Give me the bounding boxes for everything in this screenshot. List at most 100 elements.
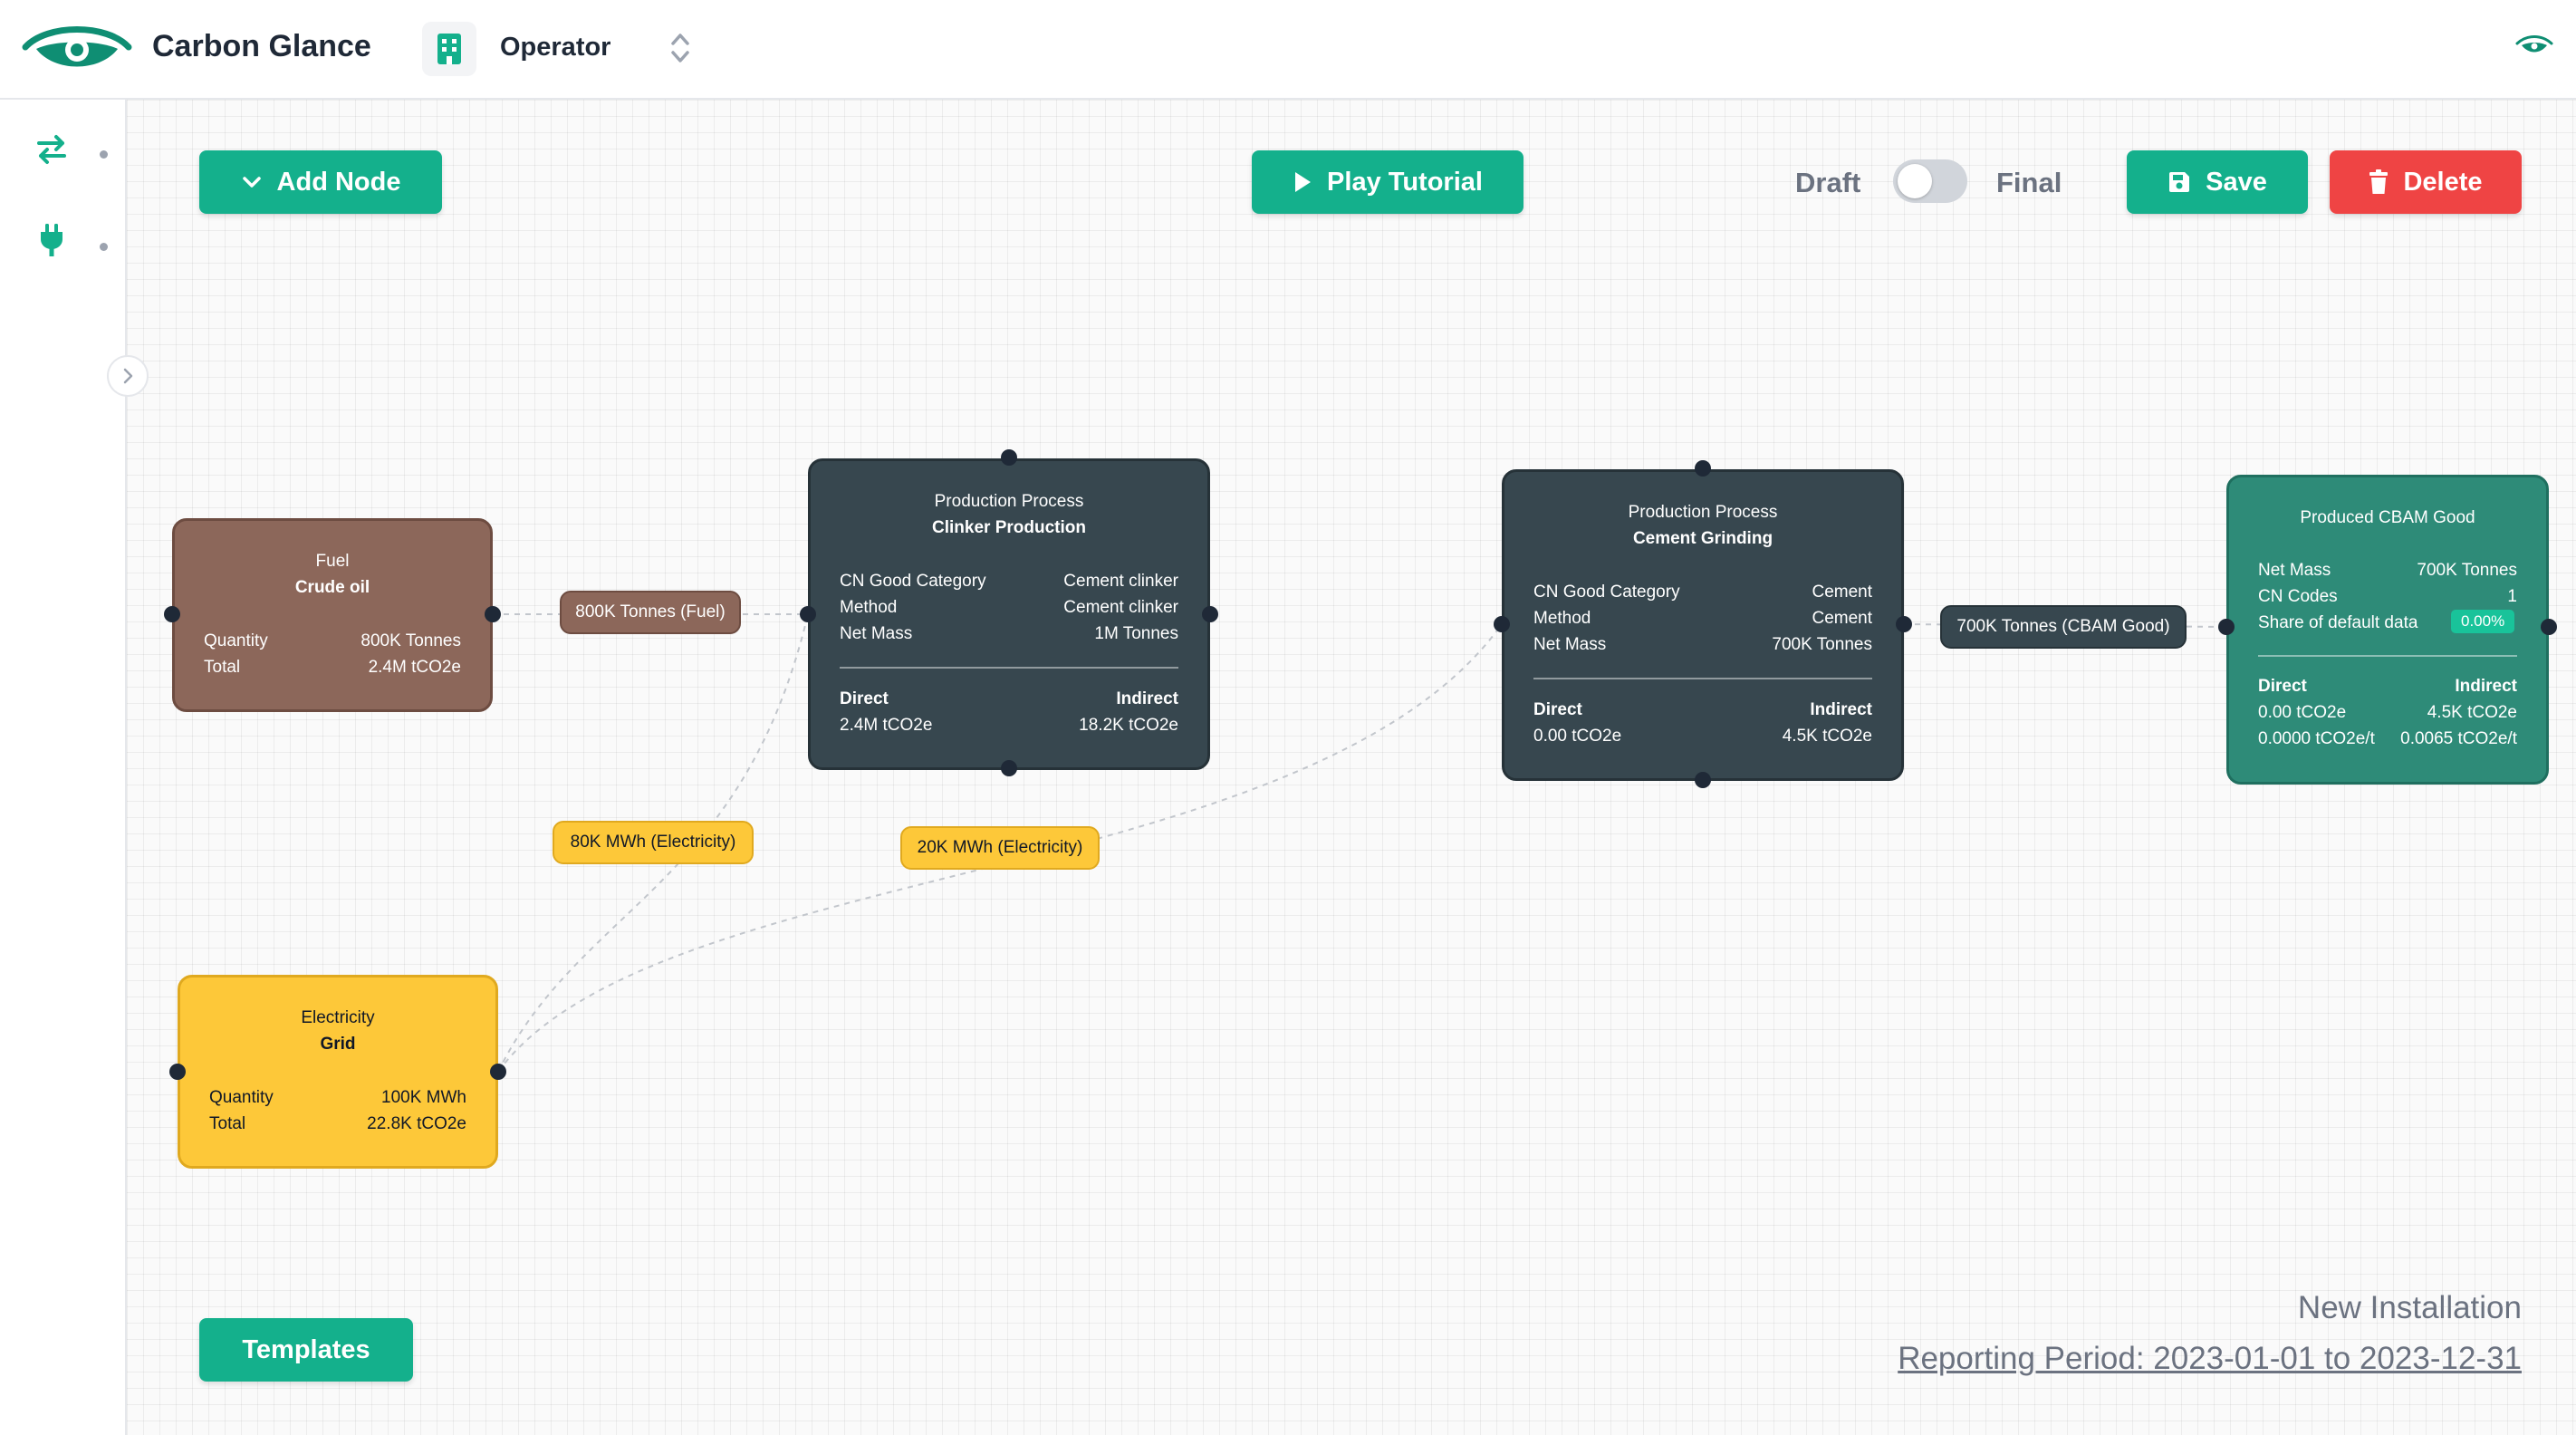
cn-codes-value: 1 xyxy=(2507,587,2517,606)
node-type: Produced CBAM Good xyxy=(2300,508,2475,527)
node-row: Method Cement xyxy=(1533,609,1872,629)
indirect-value: 4.5K tCO2e xyxy=(2427,703,2517,722)
trash-icon xyxy=(2369,169,2389,194)
net-mass-value: 700K Tonnes xyxy=(2417,561,2517,580)
flow-canvas[interactable] xyxy=(127,100,2576,1435)
plug-icon[interactable] xyxy=(29,217,74,263)
direct-value: 0.00 tCO2e xyxy=(1533,727,1622,746)
indirect-label: Indirect xyxy=(1810,700,1872,719)
clinker-input-handle[interactable] xyxy=(800,606,816,622)
node-row: Net Mass 700K Tonnes xyxy=(2258,561,2517,581)
grinding-input-handle[interactable] xyxy=(1494,616,1510,632)
total-label: Total xyxy=(209,1114,246,1133)
net-mass-value: 1M Tonnes xyxy=(1094,624,1178,643)
fuel-output-handle[interactable] xyxy=(485,606,501,622)
clinker-bottom-handle[interactable] xyxy=(1001,760,1017,776)
node-name: Grid xyxy=(320,1035,356,1054)
templates-button[interactable]: Templates xyxy=(199,1318,413,1382)
grinding-bottom-handle[interactable] xyxy=(1695,772,1711,788)
chevron-up-down-icon[interactable] xyxy=(667,27,694,69)
save-button[interactable]: Save xyxy=(2127,150,2308,214)
play-tutorial-button[interactable]: Play Tutorial xyxy=(1252,150,1523,214)
delete-button[interactable]: Delete xyxy=(2330,150,2522,214)
divider xyxy=(1533,678,1872,679)
grinding-top-handle[interactable] xyxy=(1695,460,1711,477)
node-row: Net Mass 700K Tonnes xyxy=(1533,635,1872,655)
cn-category-value: Cement xyxy=(1812,583,1872,602)
cbam-input-handle[interactable] xyxy=(2218,619,2235,635)
direct-value: 0.00 tCO2e xyxy=(2258,703,2347,722)
node-row: 0.00 tCO2e 4.5K tCO2e xyxy=(2258,703,2517,723)
installation-name: New Installation xyxy=(2297,1290,2522,1325)
indirect-value: 18.2K tCO2e xyxy=(1079,716,1178,735)
electricity-input-handle[interactable] xyxy=(169,1064,186,1080)
node-row: Direct Indirect xyxy=(2258,677,2517,697)
node-row: CN Codes 1 xyxy=(2258,587,2517,607)
indirect-label: Indirect xyxy=(1116,689,1178,708)
total-label: Total xyxy=(204,658,241,677)
clinker-top-handle[interactable] xyxy=(1001,449,1017,466)
node-row: Quantity 800K Tonnes xyxy=(204,631,461,651)
node-row: 2.4M tCO2e 18.2K tCO2e xyxy=(840,716,1178,736)
floppy-disk-icon xyxy=(2169,172,2190,192)
direct-label: Direct xyxy=(2258,677,2307,696)
node-name: Crude oil xyxy=(294,578,370,597)
electricity-output-handle[interactable] xyxy=(490,1064,506,1080)
eye-icon[interactable] xyxy=(2514,33,2554,58)
save-label: Save xyxy=(2206,167,2267,197)
divider xyxy=(840,667,1178,669)
app-title: Carbon Glance xyxy=(152,29,371,63)
building-icon[interactable] xyxy=(422,22,476,76)
cn-category-label: CN Good Category xyxy=(1533,583,1680,602)
grinding-output-handle[interactable] xyxy=(1896,616,1912,632)
direct-specific-value: 0.0000 tCO2e/t xyxy=(2258,729,2375,748)
quantity-label: Quantity xyxy=(204,631,268,650)
edge-label-electricity-clinker[interactable]: 80K MWh (Electricity) xyxy=(553,821,754,864)
swap-arrows-icon[interactable] xyxy=(29,127,74,172)
sidebar xyxy=(0,100,127,1435)
direct-label: Direct xyxy=(1533,700,1582,719)
status-toggle[interactable] xyxy=(1893,159,1967,203)
net-mass-label: Net Mass xyxy=(2258,561,2331,580)
node-row: Net Mass 1M Tonnes xyxy=(840,624,1178,644)
default-share-label: Share of default data xyxy=(2258,613,2418,632)
organization-name[interactable]: Operator xyxy=(500,33,610,63)
net-mass-label: Net Mass xyxy=(840,624,913,643)
node-type: Production Process xyxy=(1628,503,1778,522)
sidebar-indicator xyxy=(100,150,108,159)
default-share-badge: 0.00% xyxy=(2451,610,2515,633)
node-name: Cement Grinding xyxy=(1632,529,1773,548)
fuel-input-handle[interactable] xyxy=(164,606,180,622)
edge-label-cbam-good[interactable]: 700K Tonnes (CBAM Good) xyxy=(1940,605,2187,649)
clinker-output-handle[interactable] xyxy=(1202,606,1218,622)
node-name: Clinker Production xyxy=(932,518,1086,537)
eye-logo-icon[interactable] xyxy=(22,20,132,76)
divider xyxy=(2258,655,2517,657)
node-type: Production Process xyxy=(934,492,1084,511)
method-value: Cement clinker xyxy=(1063,598,1178,617)
method-label: Method xyxy=(1533,609,1591,628)
total-value: 2.4M tCO2e xyxy=(368,658,461,677)
electricity-node[interactable]: Electricity Grid Quantity 100K MWh Total… xyxy=(178,975,498,1169)
reporting-period-link[interactable]: Reporting Period: 2023-01-01 to 2023-12-… xyxy=(1898,1341,2522,1377)
cn-codes-label: CN Codes xyxy=(2258,587,2338,606)
edge-label-fuel[interactable]: 800K Tonnes (Fuel) xyxy=(560,591,741,634)
indirect-specific-value: 0.0065 tCO2e/t xyxy=(2400,729,2517,748)
total-value: 22.8K tCO2e xyxy=(367,1114,466,1133)
play-icon xyxy=(1295,172,1312,192)
cn-category-value: Cement clinker xyxy=(1063,572,1178,591)
net-mass-value: 700K Tonnes xyxy=(1772,635,1872,654)
cbam-output-handle[interactable] xyxy=(2541,619,2557,635)
add-node-button[interactable]: Add Node xyxy=(199,150,442,214)
cement-grinding-node[interactable]: Production Process Cement Grinding CN Go… xyxy=(1502,469,1904,781)
node-row: Total 22.8K tCO2e xyxy=(209,1114,466,1134)
indirect-value: 4.5K tCO2e xyxy=(1782,727,1872,746)
play-tutorial-label: Play Tutorial xyxy=(1327,167,1483,197)
clinker-production-node[interactable]: Production Process Clinker Production CN… xyxy=(808,458,1210,770)
toggle-knob xyxy=(1898,164,1932,198)
sidebar-collapse-button[interactable] xyxy=(107,355,149,397)
node-row: Method Cement clinker xyxy=(840,598,1178,618)
node-row: CN Good Category Cement clinker xyxy=(840,572,1178,592)
fuel-node[interactable]: Fuel Crude oil Quantity 800K Tonnes Tota… xyxy=(172,518,493,712)
edge-label-electricity-grinding[interactable]: 20K MWh (Electricity) xyxy=(900,826,1100,870)
